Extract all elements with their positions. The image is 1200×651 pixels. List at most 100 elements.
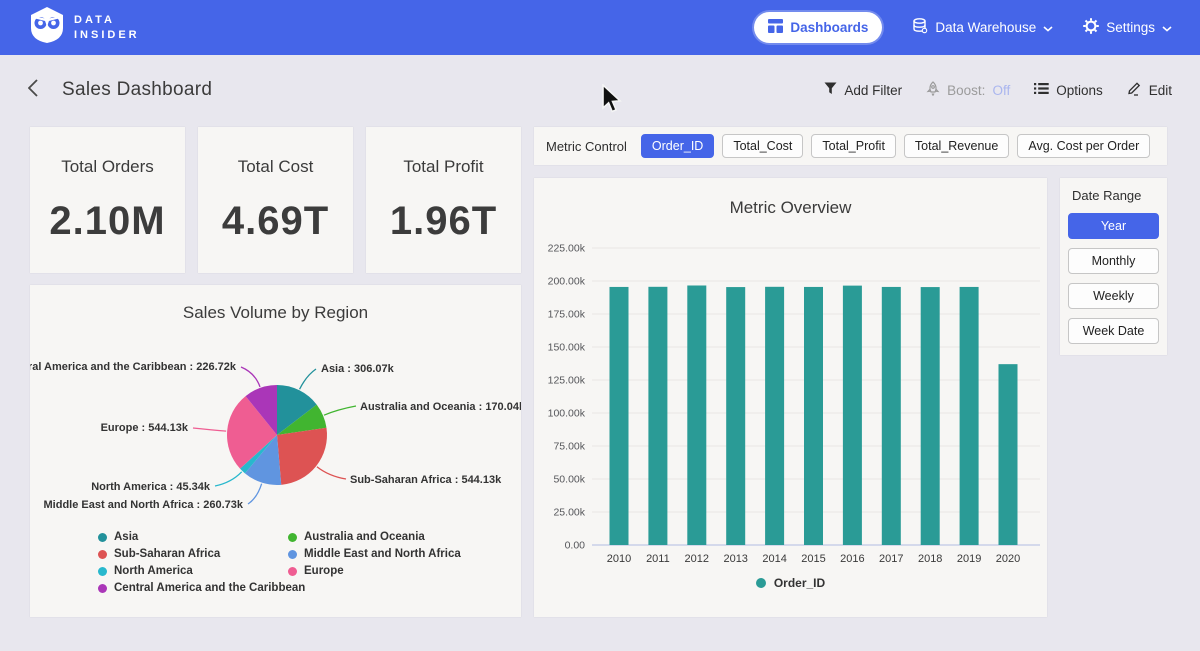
- legend-dot: [288, 533, 297, 542]
- y-axis-tick: 125.00k: [548, 375, 586, 387]
- pie-leader-line: [324, 406, 356, 415]
- kpi-card-total-profit: Total Profit 1.96T: [366, 127, 521, 273]
- legend-dot: [98, 567, 107, 576]
- bar-2019: [960, 287, 979, 545]
- y-axis-tick: 175.00k: [548, 309, 586, 321]
- nav-settings-label: Settings: [1106, 20, 1155, 35]
- owl-logo-icon: [30, 6, 64, 49]
- legend-dot: [756, 578, 766, 588]
- options-button[interactable]: Options: [1034, 82, 1103, 98]
- add-filter-button[interactable]: Add Filter: [824, 82, 902, 98]
- pie-leader-line: [241, 367, 260, 387]
- list-options-icon: [1034, 82, 1049, 98]
- boost-toggle[interactable]: Boost: Off: [926, 81, 1010, 99]
- metric-button-avg-cost[interactable]: Avg. Cost per Order: [1017, 134, 1150, 158]
- sales-volume-pie-card: Asia : 306.07kAustralia and Oceania : 17…: [30, 285, 521, 617]
- metric-overview-chart-card: Metric Overview 0.0025.00k50.00k75.00k10…: [534, 178, 1047, 617]
- kpi-label: Total Orders: [61, 157, 154, 177]
- metric-control-bar: Metric Control Order_ID Total_Cost Total…: [534, 127, 1167, 165]
- nav-data-warehouse-menu[interactable]: Data Warehouse: [912, 18, 1053, 37]
- edit-button[interactable]: Edit: [1127, 81, 1172, 99]
- metric-button-order-id[interactable]: Order_ID: [641, 134, 714, 158]
- x-axis-tick: 2014: [762, 553, 786, 565]
- legend-dot: [288, 567, 297, 576]
- date-range-weekly-button[interactable]: Weekly: [1068, 283, 1159, 309]
- x-axis-tick: 2010: [607, 553, 631, 565]
- kpi-value: 1.96T: [390, 199, 497, 244]
- dashboard-grid-icon: [768, 19, 783, 36]
- pie-leader-line: [317, 467, 346, 479]
- pie-legend-item[interactable]: Asia: [98, 531, 305, 543]
- y-axis-tick: 25.00k: [553, 507, 585, 519]
- kpi-label: Total Profit: [403, 157, 483, 177]
- x-axis-tick: 2020: [996, 553, 1020, 565]
- bar-2015: [804, 287, 823, 545]
- bar-chart-legend-item[interactable]: Order_ID: [534, 576, 1047, 590]
- x-axis-tick: 2012: [685, 553, 709, 565]
- pie-legend-column-2: Australia and Oceania Middle East and No…: [288, 531, 461, 577]
- y-axis-tick: 100.00k: [548, 408, 586, 420]
- pie-legend-item[interactable]: North America: [98, 565, 305, 577]
- bar-chart-title: Metric Overview: [534, 178, 1047, 218]
- bar-2018: [921, 287, 940, 545]
- pie-slice-label: Middle East and North Africa : 260.73k: [44, 499, 244, 511]
- kpi-value: 2.10M: [49, 199, 165, 244]
- legend-dot: [98, 584, 107, 593]
- chevron-down-icon: [1043, 20, 1053, 35]
- pie-legend-item[interactable]: Australia and Oceania: [288, 531, 461, 543]
- date-range-label: Date Range: [1072, 188, 1159, 203]
- y-axis-tick: 75.00k: [553, 441, 585, 453]
- nav-dashboards-button[interactable]: Dashboards: [754, 12, 882, 43]
- x-axis-tick: 2018: [918, 553, 942, 565]
- bar-2013: [726, 287, 745, 545]
- filter-funnel-icon: [824, 82, 837, 98]
- nav-data-warehouse-label: Data Warehouse: [935, 20, 1036, 35]
- pie-slice-label: Australia and Oceania : 170.04k: [360, 401, 521, 413]
- pie-leader-line: [215, 472, 242, 486]
- nav-settings-menu[interactable]: Settings: [1083, 18, 1172, 37]
- metric-button-total-cost[interactable]: Total_Cost: [722, 134, 803, 158]
- mouse-cursor: [601, 84, 623, 119]
- metric-control-label: Metric Control: [546, 139, 627, 154]
- x-axis-tick: 2013: [723, 553, 747, 565]
- pie-slice-label: Sub-Saharan Africa : 544.13k: [350, 474, 502, 486]
- bar-2011: [648, 287, 667, 545]
- date-range-year-button[interactable]: Year: [1068, 213, 1159, 239]
- bar-2014: [765, 287, 784, 545]
- database-icon: [912, 18, 928, 37]
- back-button[interactable]: [28, 79, 38, 102]
- pie-slice-label: Central America and the Caribbean : 226.…: [30, 361, 237, 373]
- date-range-week-date-button[interactable]: Week Date: [1068, 318, 1159, 344]
- bar-2016: [843, 286, 862, 545]
- legend-dot: [98, 550, 107, 559]
- kpi-label: Total Cost: [238, 157, 314, 177]
- x-axis-tick: 2017: [879, 553, 903, 565]
- metric-button-total-revenue[interactable]: Total_Revenue: [904, 134, 1009, 158]
- edit-pencil-icon: [1127, 81, 1142, 99]
- date-range-card: Date Range Year Monthly Weekly Week Date: [1060, 178, 1167, 355]
- x-axis-tick: 2011: [646, 553, 670, 565]
- pie-legend-item[interactable]: Sub-Saharan Africa: [98, 548, 305, 560]
- top-navbar: DATA INSIDER Dashboards: [0, 0, 1200, 55]
- pie-leader-line: [193, 428, 226, 431]
- pie-legend-item[interactable]: Middle East and North Africa: [288, 548, 461, 560]
- y-axis-tick: 225.00k: [548, 243, 586, 255]
- brand-logo: DATA INSIDER: [30, 6, 140, 49]
- y-axis-tick: 150.00k: [548, 342, 586, 354]
- pie-legend-column-1: Asia Sub-Saharan Africa North America Ce…: [98, 531, 305, 594]
- y-axis-tick: 0.00: [565, 540, 586, 552]
- date-range-monthly-button[interactable]: Monthly: [1068, 248, 1159, 274]
- pie-legend-item[interactable]: Central America and the Caribbean: [98, 582, 305, 594]
- legend-dot: [288, 550, 297, 559]
- bar-2010: [610, 287, 629, 545]
- bar-2012: [687, 285, 706, 545]
- boost-state: Off: [992, 83, 1010, 98]
- bar-2020: [999, 364, 1018, 545]
- chevron-down-icon: [1162, 20, 1172, 35]
- kpi-card-total-cost: Total Cost 4.69T: [198, 127, 353, 273]
- pie-legend-item[interactable]: Europe: [288, 565, 461, 577]
- metric-button-total-profit[interactable]: Total_Profit: [811, 134, 896, 158]
- x-axis-tick: 2019: [957, 553, 981, 565]
- bar-chart-svg: 0.0025.00k50.00k75.00k100.00k125.00k150.…: [534, 218, 1047, 573]
- page-title: Sales Dashboard: [62, 79, 212, 101]
